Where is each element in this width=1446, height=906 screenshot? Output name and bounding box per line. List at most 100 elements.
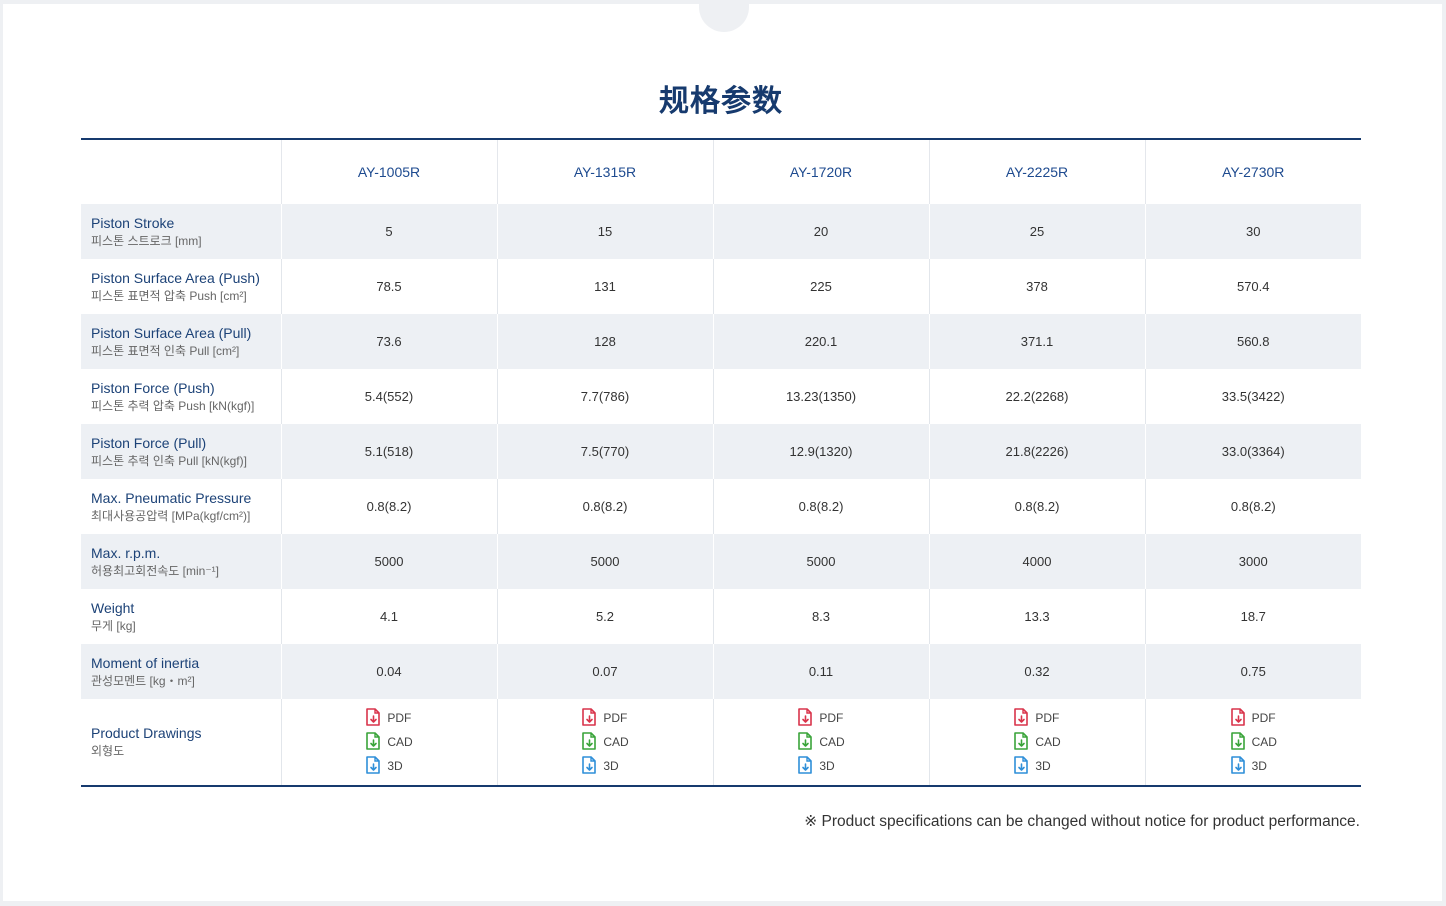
spec-row: Piston Force (Push) 피스톤 추력 압축 Push [kN(kg… <box>81 369 1361 424</box>
row-label-ko: 외형도 <box>91 744 125 758</box>
spec-value: 0.04 <box>280 644 497 699</box>
row-label-ko: 피스톤 스트로크 [mm] <box>91 233 202 248</box>
download-pdf-link[interactable]: PDF <box>581 706 628 730</box>
cad-download-icon <box>1230 731 1252 753</box>
row-label: Piston Force (Push) 피스톤 추력 압축 Push [kN(kg… <box>81 369 281 424</box>
download-label: CAD <box>819 735 845 749</box>
download-label: PDF <box>819 711 844 725</box>
spec-value: 225 <box>712 259 929 314</box>
row-label-en: Max. Pneumatic Pressure <box>91 489 252 506</box>
download-pdf-link[interactable]: PDF <box>1230 706 1277 730</box>
row-label: Piston Force (Pull) 피스톤 추력 인축 Pull [kN(kg… <box>81 424 281 479</box>
pdf-download-icon <box>1230 707 1252 729</box>
spec-value: 0.8(8.2) <box>712 479 929 534</box>
drawings-cell: PDF CAD 3D <box>712 699 929 786</box>
download-3d-link[interactable]: 3D <box>581 754 628 778</box>
download-label: CAD <box>1035 735 1061 749</box>
spec-value: 5 <box>280 204 497 259</box>
spec-value: 78.5 <box>280 259 497 314</box>
row-label: Max. r.p.m. 허용최고회전속도 [min⁻¹] <box>81 534 281 589</box>
row-label-en: Piston Force (Push) <box>91 379 215 396</box>
spec-value: 15 <box>496 204 713 259</box>
spec-value: 0.8(8.2) <box>928 479 1145 534</box>
spec-value: 371.1 <box>928 314 1145 369</box>
drawings-cell: PDF CAD 3D <box>496 699 713 786</box>
spec-row: Max. r.p.m. 허용최고회전속도 [min⁻¹] 5000 5000 5000 4… <box>81 534 1361 589</box>
model-header: AY-2730R <box>1144 139 1361 204</box>
model-header: AY-1720R <box>712 139 929 204</box>
download-label: CAD <box>1251 735 1277 749</box>
model-header: AY-1315R <box>496 139 713 204</box>
download-label: 3D <box>819 759 835 773</box>
download-3d-link[interactable]: 3D <box>1013 754 1060 778</box>
download-cad-link[interactable]: CAD <box>797 730 845 754</box>
row-label: Product Drawings 외형도 <box>81 699 281 786</box>
spec-value: 13.23(1350) <box>712 369 929 424</box>
spec-row: Piston Surface Area (Push) 피스톤 표면적 압축 Pus… <box>81 259 1361 314</box>
spec-value: 0.8(8.2) <box>280 479 497 534</box>
spec-row: Piston Stroke 피스톤 스트로크 [mm] 5 15 20 25 30 <box>81 204 1361 259</box>
download-label: 3D <box>603 759 619 773</box>
download-cad-link[interactable]: CAD <box>581 730 629 754</box>
download-cad-link[interactable]: CAD <box>1013 730 1061 754</box>
drawings-cell: PDF CAD 3D <box>280 699 497 786</box>
drawings-cell: PDF CAD 3D <box>1144 699 1361 786</box>
download-list: PDF CAD 3D <box>581 706 629 778</box>
spec-notice: ※ Product specifications can be changed … <box>804 813 1360 830</box>
download-label: PDF <box>387 711 412 725</box>
row-label: Max. Pneumatic Pressure 최대사용공압력 [MPa(kgf/… <box>81 479 281 534</box>
download-label: PDF <box>1035 711 1060 725</box>
download-list: PDF CAD 3D <box>365 706 413 778</box>
download-label: 3D <box>1251 759 1267 773</box>
row-label-en: Product Drawings <box>91 725 202 741</box>
download-cad-link[interactable]: CAD <box>1230 730 1277 754</box>
download-pdf-link[interactable]: PDF <box>1013 706 1060 730</box>
download-cad-link[interactable]: CAD <box>365 730 413 754</box>
download-3d-link[interactable]: 3D <box>797 754 844 778</box>
spec-value: 560.8 <box>1144 314 1361 369</box>
download-label: CAD <box>387 735 413 749</box>
download-list: PDF CAD 3D <box>1013 706 1061 778</box>
spec-value: 0.11 <box>712 644 929 699</box>
spec-value: 5000 <box>712 534 929 589</box>
spec-value: 5.4(552) <box>280 369 497 424</box>
spec-value: 7.7(786) <box>496 369 713 424</box>
spec-value: 7.5(770) <box>496 424 713 479</box>
spec-value: 131 <box>496 259 713 314</box>
spec-value: 3000 <box>1144 534 1361 589</box>
spec-value: 0.07 <box>496 644 713 699</box>
spec-value: 378 <box>928 259 1145 314</box>
3d-download-icon <box>1013 755 1035 777</box>
row-label-ko: 피스톤 표면적 압축 Push [cm²] <box>91 288 247 303</box>
row-label-ko: 피스톤 추력 인축 Pull [kN(kgf)] <box>91 453 247 468</box>
row-label-en: Weight <box>91 599 135 616</box>
row-label: Piston Surface Area (Pull) 피스톤 표면적 인축 Pul… <box>81 314 281 369</box>
header-corner <box>81 139 281 204</box>
row-label-en: Piston Surface Area (Push) <box>91 269 260 286</box>
download-label: PDF <box>1251 711 1276 725</box>
download-3d-link[interactable]: 3D <box>1230 754 1277 778</box>
spec-value: 8.3 <box>712 589 929 644</box>
row-label: Piston Stroke 피스톤 스트로크 [mm] <box>81 204 281 259</box>
row-label: Moment of inertia 관성모멘트 [kg・m²] <box>81 644 281 699</box>
row-label-ko: 피스톤 표면적 인축 Pull [cm²] <box>91 343 240 358</box>
download-pdf-link[interactable]: PDF <box>797 706 844 730</box>
pdf-download-icon <box>797 707 819 729</box>
row-label: Weight 무게 [kg] <box>81 589 281 644</box>
pdf-download-icon <box>581 707 603 729</box>
download-3d-link[interactable]: 3D <box>365 754 412 778</box>
3d-download-icon <box>581 755 603 777</box>
spec-value: 220.1 <box>712 314 929 369</box>
spec-value: 21.8(2226) <box>928 424 1145 479</box>
download-label: CAD <box>603 735 629 749</box>
download-pdf-link[interactable]: PDF <box>365 706 412 730</box>
3d-download-icon <box>365 755 387 777</box>
cad-download-icon <box>1013 731 1035 753</box>
cad-download-icon <box>365 731 387 753</box>
row-label-ko: 관성모멘트 [kg・m²] <box>91 673 195 688</box>
3d-download-icon <box>797 755 819 777</box>
pdf-download-icon <box>365 707 387 729</box>
section-tab-notch <box>699 0 749 32</box>
spec-table: AY-1005R AY-1315R AY-1720R AY-2225R AY-2… <box>81 138 1361 787</box>
spec-value: 13.3 <box>928 589 1145 644</box>
